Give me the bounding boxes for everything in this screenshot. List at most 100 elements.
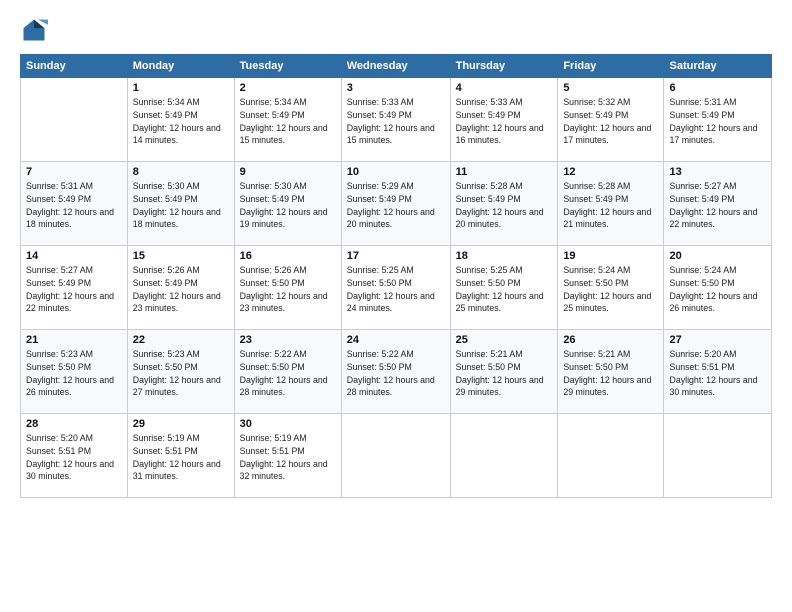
day-info: Sunrise: 5:24 AM Sunset: 5:50 PM Dayligh… [669, 264, 766, 315]
calendar-cell: 16 Sunrise: 5:26 AM Sunset: 5:50 PM Dayli… [234, 246, 341, 330]
day-info: Sunrise: 5:19 AM Sunset: 5:51 PM Dayligh… [240, 432, 336, 483]
calendar-week-3: 14 Sunrise: 5:27 AM Sunset: 5:49 PM Dayli… [21, 246, 772, 330]
day-info: Sunrise: 5:28 AM Sunset: 5:49 PM Dayligh… [456, 180, 553, 231]
day-number: 17 [347, 250, 445, 262]
day-info: Sunrise: 5:26 AM Sunset: 5:49 PM Dayligh… [133, 264, 229, 315]
calendar-cell: 21 Sunrise: 5:23 AM Sunset: 5:50 PM Dayli… [21, 330, 128, 414]
calendar-cell: 7Sunrise: 5:31 AM Sunset: 5:49 PM Daylig… [21, 162, 128, 246]
calendar-week-4: 21 Sunrise: 5:23 AM Sunset: 5:50 PM Dayli… [21, 330, 772, 414]
calendar-cell: 9 Sunrise: 5:30 AM Sunset: 5:49 PM Daylig… [234, 162, 341, 246]
calendar-cell: 19 Sunrise: 5:24 AM Sunset: 5:50 PM Dayli… [558, 246, 664, 330]
day-info: Sunrise: 5:23 AM Sunset: 5:50 PM Dayligh… [133, 348, 229, 399]
day-info: Sunrise: 5:27 AM Sunset: 5:49 PM Dayligh… [26, 264, 122, 315]
day-info: Sunrise: 5:25 AM Sunset: 5:50 PM Dayligh… [456, 264, 553, 315]
calendar-table: SundayMondayTuesdayWednesdayThursdayFrid… [20, 54, 772, 498]
day-info: Sunrise: 5:25 AM Sunset: 5:50 PM Dayligh… [347, 264, 445, 315]
day-info: Sunrise: 5:34 AM Sunset: 5:49 PM Dayligh… [240, 96, 336, 147]
day-number: 11 [456, 166, 553, 178]
calendar-cell: 6Sunrise: 5:31 AM Sunset: 5:49 PM Daylig… [664, 78, 772, 162]
calendar-col-sunday: Sunday [21, 55, 128, 78]
day-number: 23 [240, 334, 336, 346]
calendar-col-tuesday: Tuesday [234, 55, 341, 78]
day-number: 14 [26, 250, 122, 262]
day-info: Sunrise: 5:23 AM Sunset: 5:50 PM Dayligh… [26, 348, 122, 399]
calendar-col-thursday: Thursday [450, 55, 558, 78]
day-info: Sunrise: 5:32 AM Sunset: 5:49 PM Dayligh… [563, 96, 658, 147]
day-info: Sunrise: 5:21 AM Sunset: 5:50 PM Dayligh… [563, 348, 658, 399]
day-info: Sunrise: 5:19 AM Sunset: 5:51 PM Dayligh… [133, 432, 229, 483]
header [20, 16, 772, 44]
calendar-header-row: SundayMondayTuesdayWednesdayThursdayFrid… [21, 55, 772, 78]
day-info: Sunrise: 5:24 AM Sunset: 5:50 PM Dayligh… [563, 264, 658, 315]
day-number: 15 [133, 250, 229, 262]
calendar-cell: 15 Sunrise: 5:26 AM Sunset: 5:49 PM Dayli… [127, 246, 234, 330]
calendar-cell: 30 Sunrise: 5:19 AM Sunset: 5:51 PM Dayli… [234, 414, 341, 498]
day-number: 20 [669, 250, 766, 262]
calendar-cell: 22 Sunrise: 5:23 AM Sunset: 5:50 PM Dayli… [127, 330, 234, 414]
day-number: 16 [240, 250, 336, 262]
day-number: 10 [347, 166, 445, 178]
calendar-cell: 3Sunrise: 5:33 AM Sunset: 5:49 PM Daylig… [341, 78, 450, 162]
calendar-cell: 28 Sunrise: 5:20 AM Sunset: 5:51 PM Dayli… [21, 414, 128, 498]
calendar-cell: 11 Sunrise: 5:28 AM Sunset: 5:49 PM Dayli… [450, 162, 558, 246]
day-info: Sunrise: 5:22 AM Sunset: 5:50 PM Dayligh… [240, 348, 336, 399]
day-number: 25 [456, 334, 553, 346]
day-number: 29 [133, 418, 229, 430]
day-number: 26 [563, 334, 658, 346]
calendar-cell: 26 Sunrise: 5:21 AM Sunset: 5:50 PM Dayli… [558, 330, 664, 414]
calendar-week-2: 7Sunrise: 5:31 AM Sunset: 5:49 PM Daylig… [21, 162, 772, 246]
calendar-cell: 17 Sunrise: 5:25 AM Sunset: 5:50 PM Dayli… [341, 246, 450, 330]
day-info: Sunrise: 5:28 AM Sunset: 5:49 PM Dayligh… [563, 180, 658, 231]
calendar-cell: 12 Sunrise: 5:28 AM Sunset: 5:49 PM Dayli… [558, 162, 664, 246]
day-info: Sunrise: 5:26 AM Sunset: 5:50 PM Dayligh… [240, 264, 336, 315]
day-number: 21 [26, 334, 122, 346]
calendar-cell: 13 Sunrise: 5:27 AM Sunset: 5:49 PM Dayli… [664, 162, 772, 246]
calendar-cell [664, 414, 772, 498]
day-number: 19 [563, 250, 658, 262]
day-info: Sunrise: 5:30 AM Sunset: 5:49 PM Dayligh… [240, 180, 336, 231]
day-info: Sunrise: 5:27 AM Sunset: 5:49 PM Dayligh… [669, 180, 766, 231]
day-number: 2 [240, 82, 336, 94]
day-info: Sunrise: 5:20 AM Sunset: 5:51 PM Dayligh… [26, 432, 122, 483]
calendar-col-wednesday: Wednesday [341, 55, 450, 78]
day-info: Sunrise: 5:30 AM Sunset: 5:49 PM Dayligh… [133, 180, 229, 231]
day-number: 22 [133, 334, 229, 346]
calendar-cell: 20 Sunrise: 5:24 AM Sunset: 5:50 PM Dayli… [664, 246, 772, 330]
calendar-cell: 8 Sunrise: 5:30 AM Sunset: 5:49 PM Daylig… [127, 162, 234, 246]
calendar-cell: 25 Sunrise: 5:21 AM Sunset: 5:50 PM Dayli… [450, 330, 558, 414]
page: SundayMondayTuesdayWednesdayThursdayFrid… [0, 0, 792, 612]
day-number: 9 [240, 166, 336, 178]
calendar-cell [341, 414, 450, 498]
calendar-col-monday: Monday [127, 55, 234, 78]
day-number: 13 [669, 166, 766, 178]
calendar-cell [21, 78, 128, 162]
day-number: 24 [347, 334, 445, 346]
calendar-cell: 29 Sunrise: 5:19 AM Sunset: 5:51 PM Dayli… [127, 414, 234, 498]
calendar-cell [558, 414, 664, 498]
calendar-col-friday: Friday [558, 55, 664, 78]
day-number: 12 [563, 166, 658, 178]
day-number: 4 [456, 82, 553, 94]
calendar-col-saturday: Saturday [664, 55, 772, 78]
day-number: 30 [240, 418, 336, 430]
calendar-cell: 5 Sunrise: 5:32 AM Sunset: 5:49 PM Daylig… [558, 78, 664, 162]
day-number: 5 [563, 82, 658, 94]
day-number: 28 [26, 418, 122, 430]
calendar-cell: 24 Sunrise: 5:22 AM Sunset: 5:50 PM Dayli… [341, 330, 450, 414]
calendar-cell: 4 Sunrise: 5:33 AM Sunset: 5:49 PM Daylig… [450, 78, 558, 162]
day-number: 3 [347, 82, 445, 94]
calendar-cell: 2 Sunrise: 5:34 AM Sunset: 5:49 PM Daylig… [234, 78, 341, 162]
day-info: Sunrise: 5:31 AM Sunset: 5:49 PM Dayligh… [26, 180, 122, 231]
logo-icon [20, 16, 48, 44]
logo [20, 16, 52, 44]
calendar-cell: 10Sunrise: 5:29 AM Sunset: 5:49 PM Dayli… [341, 162, 450, 246]
day-info: Sunrise: 5:20 AM Sunset: 5:51 PM Dayligh… [669, 348, 766, 399]
day-info: Sunrise: 5:21 AM Sunset: 5:50 PM Dayligh… [456, 348, 553, 399]
calendar-cell: 14 Sunrise: 5:27 AM Sunset: 5:49 PM Dayli… [21, 246, 128, 330]
day-number: 27 [669, 334, 766, 346]
day-info: Sunrise: 5:33 AM Sunset: 5:49 PM Dayligh… [456, 96, 553, 147]
calendar-week-1: 1Sunrise: 5:34 AM Sunset: 5:49 PM Daylig… [21, 78, 772, 162]
day-info: Sunrise: 5:22 AM Sunset: 5:50 PM Dayligh… [347, 348, 445, 399]
day-number: 18 [456, 250, 553, 262]
day-number: 8 [133, 166, 229, 178]
